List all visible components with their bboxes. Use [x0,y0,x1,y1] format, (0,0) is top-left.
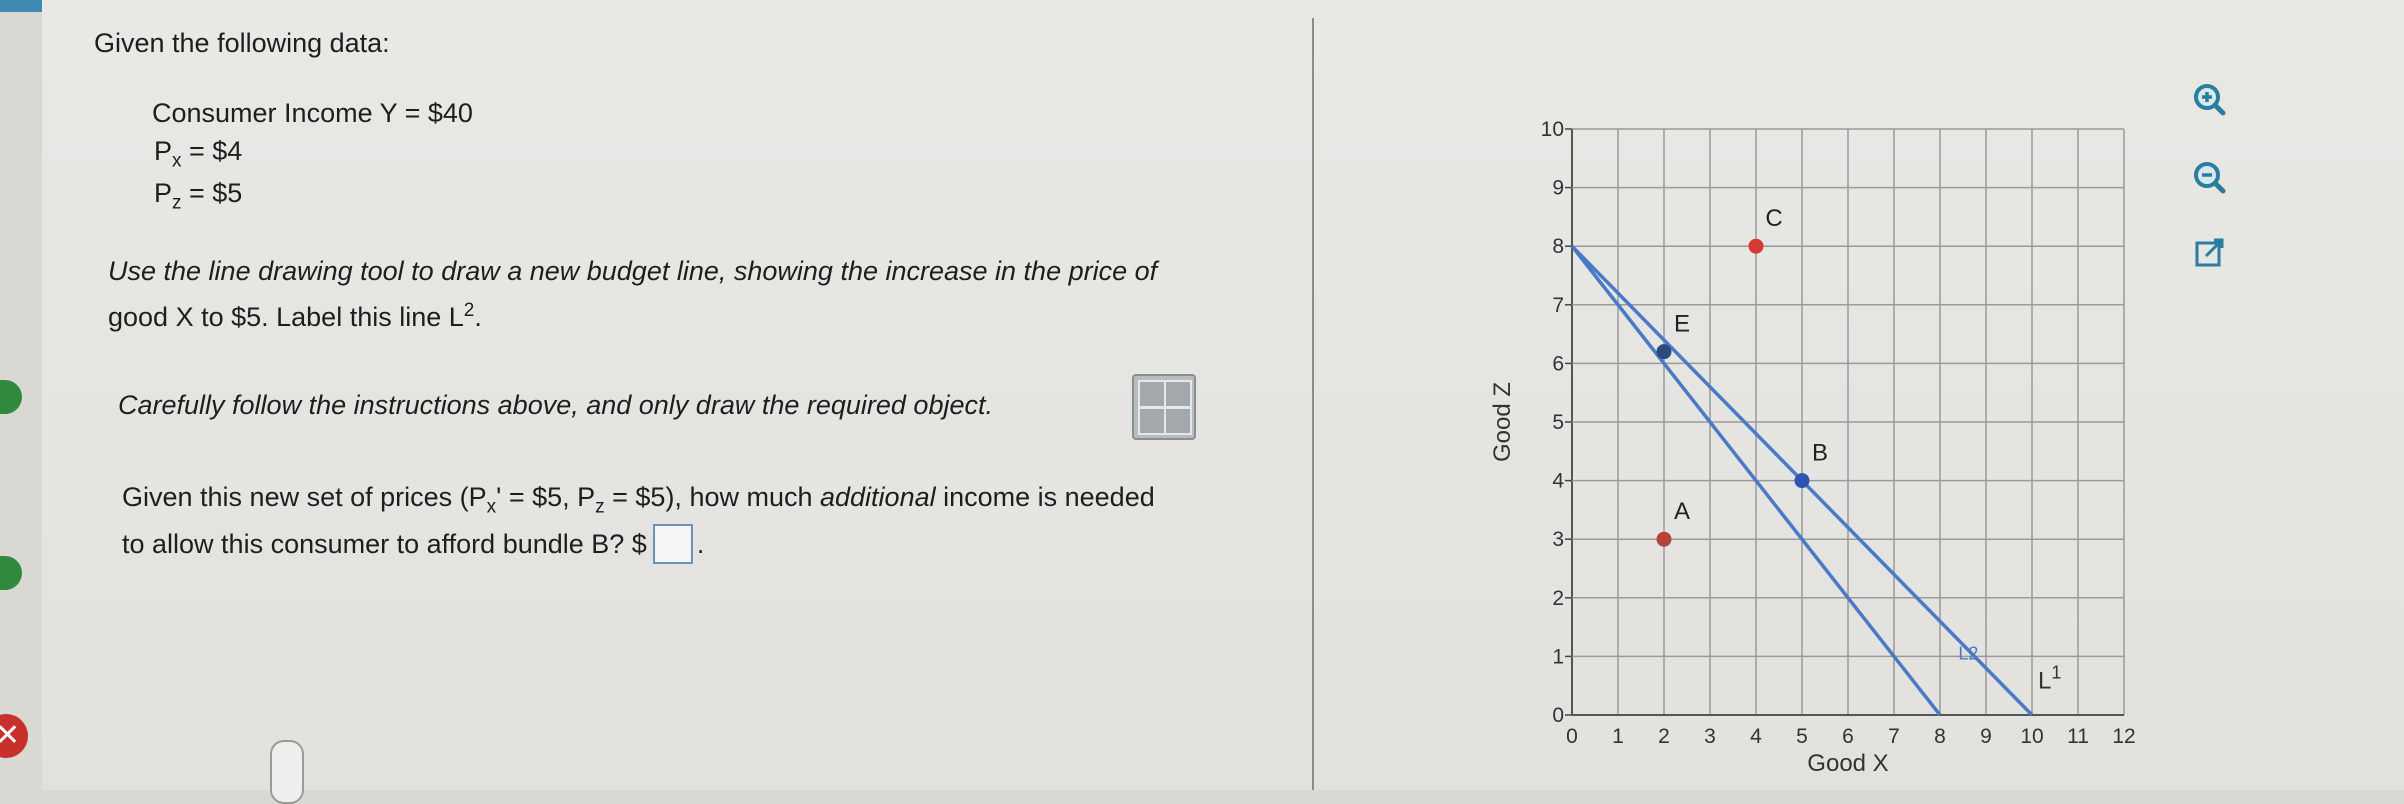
instruction-line-3: Carefully follow the instructions above,… [118,390,993,420]
question-line-1: Given this new set of prices (Px' = $5, … [122,482,1155,518]
price-z-line: Pz = $5 [154,178,242,214]
zoom-out-icon[interactable] [2190,158,2230,198]
bundle-label: A [1674,498,1690,525]
y-tick-label: 5 [1552,411,1564,434]
x-tick-label: 0 [1566,725,1578,748]
l1-sup: 1 [2051,663,2061,683]
series-label-l2: L2 [1958,643,1978,663]
x-tick-label: 8 [1934,725,1946,748]
pz-label: P [154,178,173,208]
x-tick-label: 4 [1750,725,1762,748]
question-line-2: to allow this consumer to afford bundle … [122,524,705,566]
y-tick-label: 9 [1552,177,1564,200]
instruction-2-end: . [474,302,482,332]
bundle-point[interactable] [1656,531,1672,547]
instruction-line-2: good X to $5. Label this line L2. [108,300,482,333]
q2-text: to allow this consumer to afford bundle … [122,529,647,560]
x-tick-label: 7 [1888,725,1900,748]
q1-sub: z [595,496,605,518]
left-status-tab[interactable] [0,556,22,590]
x-tick-label: 3 [1704,725,1716,748]
x-tick-label: 1 [1612,725,1624,748]
answer-input[interactable] [652,524,693,564]
heading: Given the following data: [94,28,390,58]
instruction-2-text: good X to $5. Label this line L [108,302,464,332]
y-tick-label: 4 [1552,470,1564,493]
px-value: = $4 [181,136,243,166]
line-tool-icon [1138,380,1166,408]
px-sub: x [172,150,182,172]
instruction-2-sup: 2 [463,300,475,321]
y-tick-label: 7 [1552,294,1564,317]
graph-area[interactable]: 0 1 2 3 4 5 6 7 8 9 10 11 12012345678910 ABCE Good X… [1480,80,2160,780]
y-tick-label: 8 [1552,235,1564,258]
q1-sub: x [486,496,497,518]
tool-quadrant [1164,407,1192,435]
q1-italic: additional [820,482,936,512]
q1-part: ' = $5, P [496,482,596,512]
y-tick-label: 2 [1552,587,1564,610]
income-line: Consumer Income Y = $40 [152,98,473,128]
instruction-line-1: Use the line drawing tool to draw a new … [108,256,1158,286]
left-status-tab[interactable] [0,380,22,414]
x-tick-label: 5 [1796,725,1808,748]
y-tick-label: 1 [1552,645,1564,668]
px-label: P [154,136,173,166]
line-tool-button[interactable] [1132,374,1196,440]
graph-grid [1571,128,2125,716]
x-axis-label: Good X [1807,750,1888,777]
bundle-label: B [1812,440,1828,467]
x-tick-label: 2 [1658,725,1670,748]
axis-ticks: 0 1 2 3 4 5 6 7 8 9 10 11 12012345678910 [1541,118,2136,748]
bundle-label: E [1674,311,1690,338]
bundle-point[interactable] [1656,344,1672,360]
resize-handle[interactable] [270,740,304,804]
y-tick-label: 10 [1541,118,1564,141]
pz-sub: z [172,192,182,214]
x-tick-label: 9 [1980,725,1992,748]
zoom-in-icon[interactable] [2190,80,2230,120]
bundle-point[interactable] [1794,473,1810,489]
tool-quadrant [1138,407,1166,435]
x-tick-label: 12 [2112,725,2135,748]
q1-part: Given this new set of prices (P [122,482,487,512]
close-icon[interactable]: ✕ [0,714,28,758]
series-label-l1: L1 [2038,663,2061,695]
y-axis-label: Good Z [1489,382,1516,462]
x-tick-label: 6 [1842,725,1854,748]
tool-quadrant [1164,380,1192,408]
x-tick-label: 10 [2020,725,2043,748]
y-tick-label: 0 [1552,704,1564,727]
bundle-point[interactable] [1748,238,1764,254]
q1-part: income is needed [935,482,1155,512]
price-x-line: Px = $4 [154,136,242,172]
y-tick-label: 6 [1552,352,1564,375]
bundle-label: C [1765,205,1782,232]
expand-icon[interactable] [2190,234,2230,274]
y-tick-label: 3 [1552,528,1564,551]
x-tick-label: 11 [2067,725,2089,748]
l1-name: L [2038,668,2051,695]
pz-value: = $5 [181,178,243,208]
panel-divider [1312,18,1314,790]
q2-end: . [696,529,705,560]
q1-part: = $5), how much [604,482,820,512]
